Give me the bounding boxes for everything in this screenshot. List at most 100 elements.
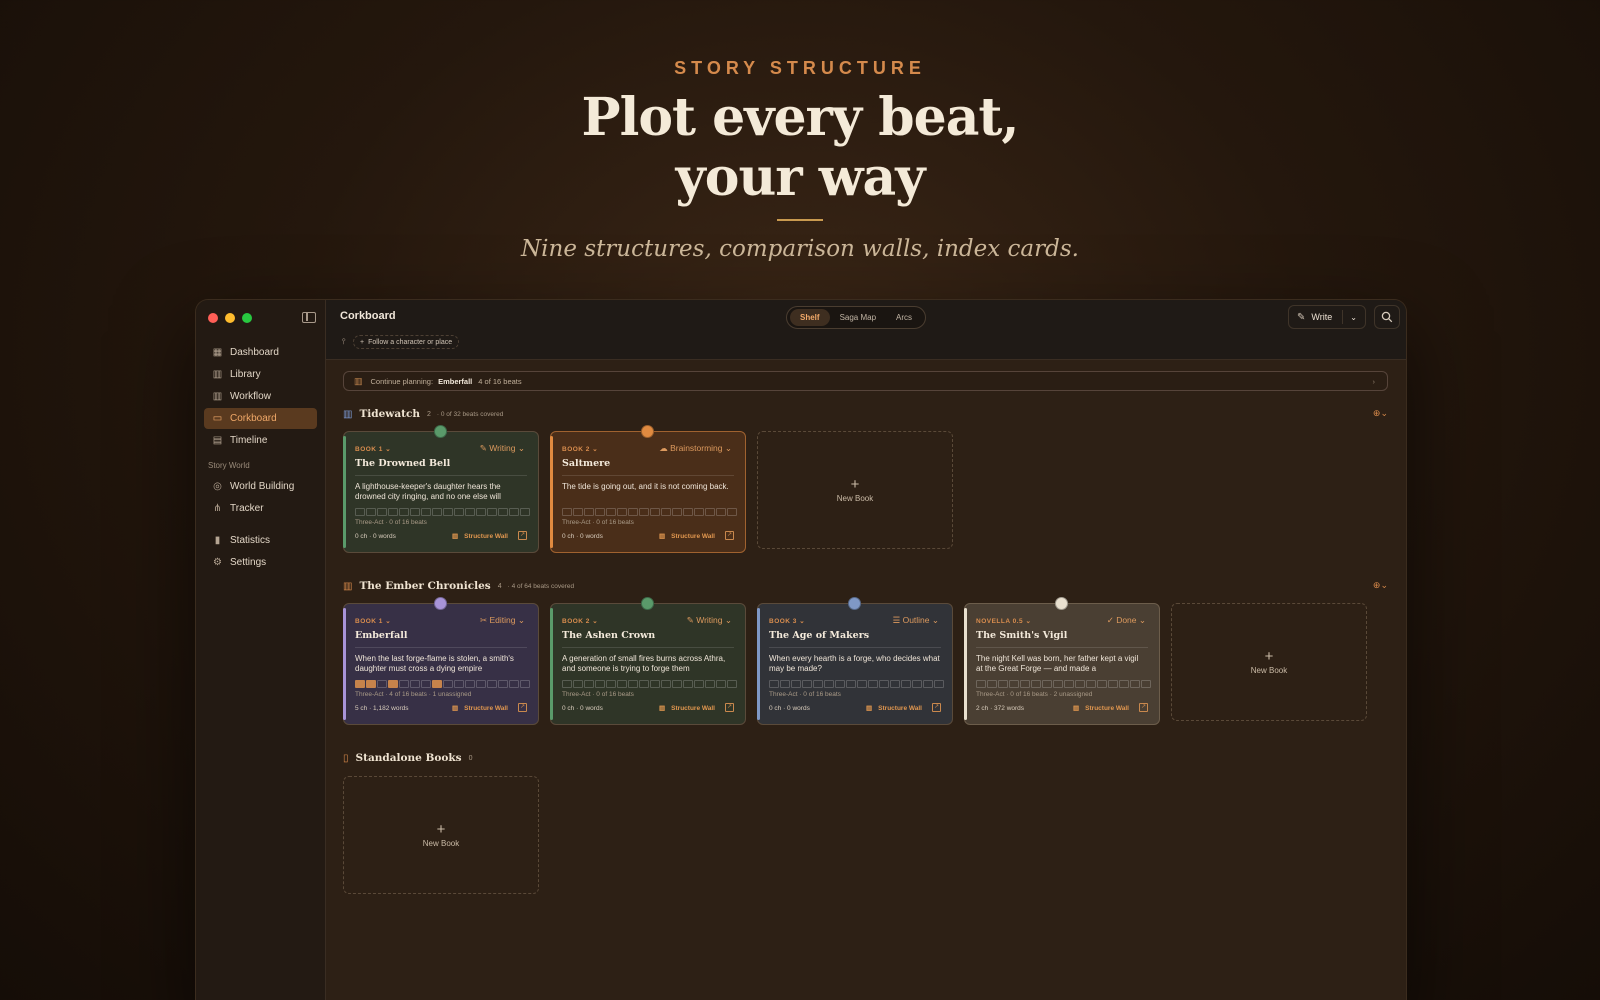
beat-box[interactable]: [934, 680, 944, 688]
beat-box[interactable]: [595, 680, 605, 688]
beat-box[interactable]: [509, 508, 519, 516]
beat-box[interactable]: [388, 680, 398, 688]
continue-planning-bar[interactable]: ▥ Continue planning: Emberfall 4 of 16 b…: [343, 371, 1388, 391]
book-card[interactable]: BOOK 3 ⌄ ☰ Outline ⌄ The Age of Makers W…: [757, 597, 953, 725]
sidebar-item-settings[interactable]: ⚙ Settings: [204, 552, 317, 573]
beat-box[interactable]: [410, 680, 420, 688]
beat-box[interactable]: [879, 680, 889, 688]
book-number[interactable]: BOOK 1 ⌄: [355, 617, 391, 625]
beat-box[interactable]: [399, 508, 409, 516]
beat-box[interactable]: [421, 680, 431, 688]
beat-box[interactable]: [454, 680, 464, 688]
color-dot[interactable]: [641, 597, 654, 610]
beat-box[interactable]: [1141, 680, 1151, 688]
beat-box[interactable]: [1020, 680, 1030, 688]
beat-box[interactable]: [694, 508, 704, 516]
beat-box[interactable]: [727, 508, 737, 516]
beat-box[interactable]: [366, 680, 376, 688]
sidebar-item-dashboard[interactable]: ▦ Dashboard: [204, 342, 317, 363]
new-book-button[interactable]: + New Book: [1171, 603, 1367, 721]
beat-box[interactable]: [846, 680, 856, 688]
beat-box[interactable]: [769, 680, 779, 688]
zoom-window-button[interactable]: [242, 313, 252, 323]
beat-box[interactable]: [573, 680, 583, 688]
beat-box[interactable]: [705, 508, 715, 516]
chevron-down-icon[interactable]: ⌄: [1350, 313, 1357, 322]
open-icon[interactable]: ↗: [932, 703, 941, 712]
beat-box[interactable]: [487, 508, 497, 516]
beat-box[interactable]: [1097, 680, 1107, 688]
beat-box[interactable]: [388, 508, 398, 516]
beat-box[interactable]: [454, 508, 464, 516]
series-options-icon[interactable]: ⊕⌄: [1373, 580, 1388, 591]
beat-box[interactable]: [509, 680, 519, 688]
beat-box[interactable]: [520, 508, 530, 516]
sidebar-item-workflow[interactable]: ▥ Workflow: [204, 386, 317, 407]
beat-box[interactable]: [1031, 680, 1041, 688]
beat-box[interactable]: [1053, 680, 1063, 688]
color-dot[interactable]: [848, 597, 861, 610]
sidebar-item-world-building[interactable]: ◎ World Building: [204, 476, 317, 497]
beat-box[interactable]: [1130, 680, 1140, 688]
beat-box[interactable]: [584, 680, 594, 688]
tab-saga-map[interactable]: Saga Map: [830, 309, 886, 326]
beat-box[interactable]: [639, 680, 649, 688]
beat-box[interactable]: [683, 508, 693, 516]
open-icon[interactable]: ↗: [518, 531, 527, 540]
book-number[interactable]: BOOK 2 ⌄: [562, 617, 598, 625]
beat-box[interactable]: [1064, 680, 1074, 688]
beat-box[interactable]: [617, 508, 627, 516]
beat-box[interactable]: [562, 680, 572, 688]
beat-box[interactable]: [1075, 680, 1085, 688]
structure-wall-link[interactable]: ▥ Structure Wall: [1073, 704, 1129, 712]
beat-box[interactable]: [377, 680, 387, 688]
open-icon[interactable]: ↗: [725, 531, 734, 540]
beat-box[interactable]: [672, 508, 682, 516]
beat-box[interactable]: [487, 680, 497, 688]
close-window-button[interactable]: [208, 313, 218, 323]
sidebar-toggle-icon[interactable]: [302, 312, 316, 323]
beat-box[interactable]: [998, 680, 1008, 688]
beat-box[interactable]: [366, 508, 376, 516]
beat-box[interactable]: [987, 680, 997, 688]
write-button[interactable]: ✎ Write ⌄: [1288, 305, 1366, 329]
sidebar-item-tracker[interactable]: ⋔ Tracker: [204, 498, 317, 519]
beat-box[interactable]: [465, 508, 475, 516]
beat-box[interactable]: [901, 680, 911, 688]
book-card[interactable]: BOOK 2 ⌄ ✎ Writing ⌄ The Ashen Crown A g…: [550, 597, 746, 725]
beat-box[interactable]: [661, 680, 671, 688]
color-dot[interactable]: [434, 425, 447, 438]
beat-box[interactable]: [421, 508, 431, 516]
beat-box[interactable]: [584, 508, 594, 516]
beat-box[interactable]: [661, 508, 671, 516]
status-dropdown[interactable]: ✎ Writing ⌄: [480, 443, 525, 454]
beat-box[interactable]: [476, 680, 486, 688]
beat-box[interactable]: [694, 680, 704, 688]
open-icon[interactable]: ↗: [1139, 703, 1148, 712]
beat-box[interactable]: [628, 508, 638, 516]
beat-box[interactable]: [780, 680, 790, 688]
status-dropdown[interactable]: ☁ Brainstorming ⌄: [659, 443, 732, 454]
beat-box[interactable]: [606, 680, 616, 688]
structure-wall-link[interactable]: ▥ Structure Wall: [452, 704, 508, 712]
beat-box[interactable]: [498, 508, 508, 516]
book-card[interactable]: BOOK 2 ⌄ ☁ Brainstorming ⌄ Saltmere The …: [550, 425, 746, 553]
color-dot[interactable]: [641, 425, 654, 438]
new-book-button[interactable]: + New Book: [757, 431, 953, 549]
beat-box[interactable]: [650, 508, 660, 516]
beat-box[interactable]: [628, 680, 638, 688]
beat-box[interactable]: [813, 680, 823, 688]
series-options-icon[interactable]: ⊕⌄: [1373, 408, 1388, 419]
beat-box[interactable]: [705, 680, 715, 688]
beat-box[interactable]: [890, 680, 900, 688]
beat-box[interactable]: [399, 680, 409, 688]
tab-shelf[interactable]: Shelf: [790, 309, 830, 326]
pin-icon[interactable]: ⫯: [342, 337, 345, 347]
beat-box[interactable]: [802, 680, 812, 688]
beat-box[interactable]: [355, 680, 365, 688]
beat-box[interactable]: [639, 508, 649, 516]
structure-wall-link[interactable]: ▥ Structure Wall: [659, 532, 715, 540]
beat-box[interactable]: [672, 680, 682, 688]
sidebar-item-timeline[interactable]: ▤ Timeline: [204, 430, 317, 451]
status-dropdown[interactable]: ☰ Outline ⌄: [893, 615, 939, 626]
